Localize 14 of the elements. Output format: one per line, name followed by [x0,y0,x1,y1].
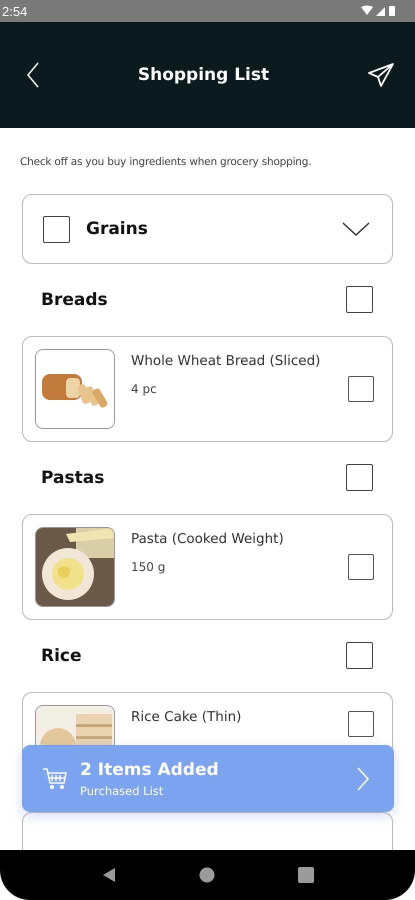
status-time: 2:54 [2,4,28,18]
section-title: Breads [41,290,108,310]
item-name: Rice Cake (Thin) [131,708,242,727]
section-title: Rice [41,646,82,666]
item-name: Pasta (Cooked Weight) [131,530,285,549]
instruction-text: Check off as you buy ingredients when grocery shopping. [20,156,312,168]
banner-subtitle: Purchased List [80,784,164,798]
category-name: Grains [86,219,149,239]
item-quantity: 4 pc [131,382,158,396]
page-title: Shopping List [138,65,270,85]
item-quantity: 150 g [131,560,166,574]
item-name: Whole Wheat Bread (Sliced) [131,352,322,371]
banner-title: 2 Items Added [80,760,220,780]
section-title: Pastas [41,468,104,488]
